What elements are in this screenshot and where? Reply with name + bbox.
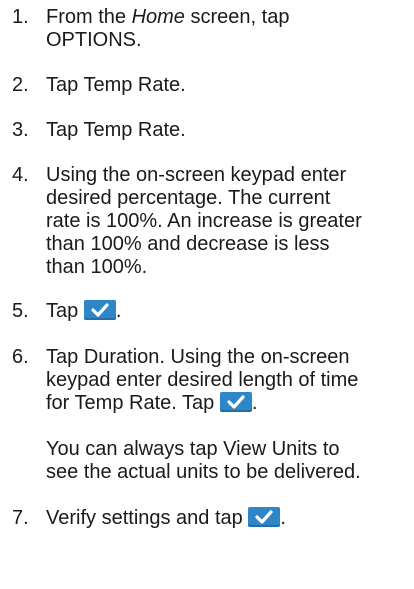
text-fragment: . (180, 119, 186, 141)
step-text: From the Home screen, tap OPTIONS. (46, 6, 410, 52)
text-fragment: screen, tap (184, 6, 290, 28)
text-fragment: You can always tap (46, 438, 224, 460)
step-text: Verify settings and tap . (46, 507, 410, 530)
text-fragment: . (180, 74, 186, 96)
step-text: Using the on-screen keypad enter desired… (46, 164, 410, 279)
step-text: Tap Temp Rate. (46, 74, 410, 97)
text-line: rate is 100%. An increase is greater (46, 210, 362, 232)
text-fragment: Tap (46, 119, 84, 141)
step-text: Tap Temp Rate. (46, 119, 410, 142)
text-line: than 100% and decrease is less (46, 233, 330, 255)
text-line: than 100%. (46, 256, 148, 278)
note: You can always tap View Units to see the… (46, 438, 410, 484)
text-fragment: From the (46, 6, 132, 28)
text-fragment: Tap (46, 346, 84, 368)
step-number: 7. (12, 507, 29, 529)
step-number: 3. (12, 119, 29, 141)
home-screen-label: Home (131, 6, 185, 28)
duration-label: Duration (83, 346, 160, 368)
text-fragment: . (280, 507, 286, 529)
text-fragment: for Temp Rate. Tap (46, 392, 220, 414)
step-number: 2. (12, 74, 29, 96)
text-line: desired percentage. The current (46, 187, 331, 209)
text-fragment: Tap (46, 74, 84, 96)
step-number: 5. (12, 300, 29, 322)
step-number: 1. (12, 6, 29, 28)
text-fragment: . (136, 29, 142, 51)
text-fragment: Tap (46, 300, 84, 322)
instruction-steps: 1. From the Home screen, tap OPTIONS. 2.… (0, 0, 414, 589)
checkmark-icon (219, 392, 252, 412)
options-label: OPTIONS (46, 29, 137, 51)
text-fragment: Verify settings and tap (46, 507, 249, 529)
temp-rate-label: Temp Rate (83, 119, 181, 141)
step-text: Tap Duration. Using the on-screen keypad… (46, 346, 410, 415)
text-fragment: . (251, 392, 258, 414)
checkmark-icon (248, 507, 281, 527)
view-units-label: View Units (223, 438, 318, 460)
text-fragment: . Using the on-screen (159, 346, 350, 368)
checkmark-icon (83, 300, 116, 320)
temp-rate-label: Temp Rate (83, 74, 181, 96)
text-fragment: . (115, 300, 122, 322)
text-fragment: to (317, 438, 340, 460)
text-line: see the actual units to be delivered. (46, 461, 361, 483)
step-number: 6. (12, 346, 29, 368)
text-line: Using the on-screen keypad enter (46, 164, 347, 186)
step-text: Tap . (46, 300, 410, 323)
text-line: keypad enter desired length of time (46, 369, 359, 391)
step-number: 4. (12, 164, 29, 186)
